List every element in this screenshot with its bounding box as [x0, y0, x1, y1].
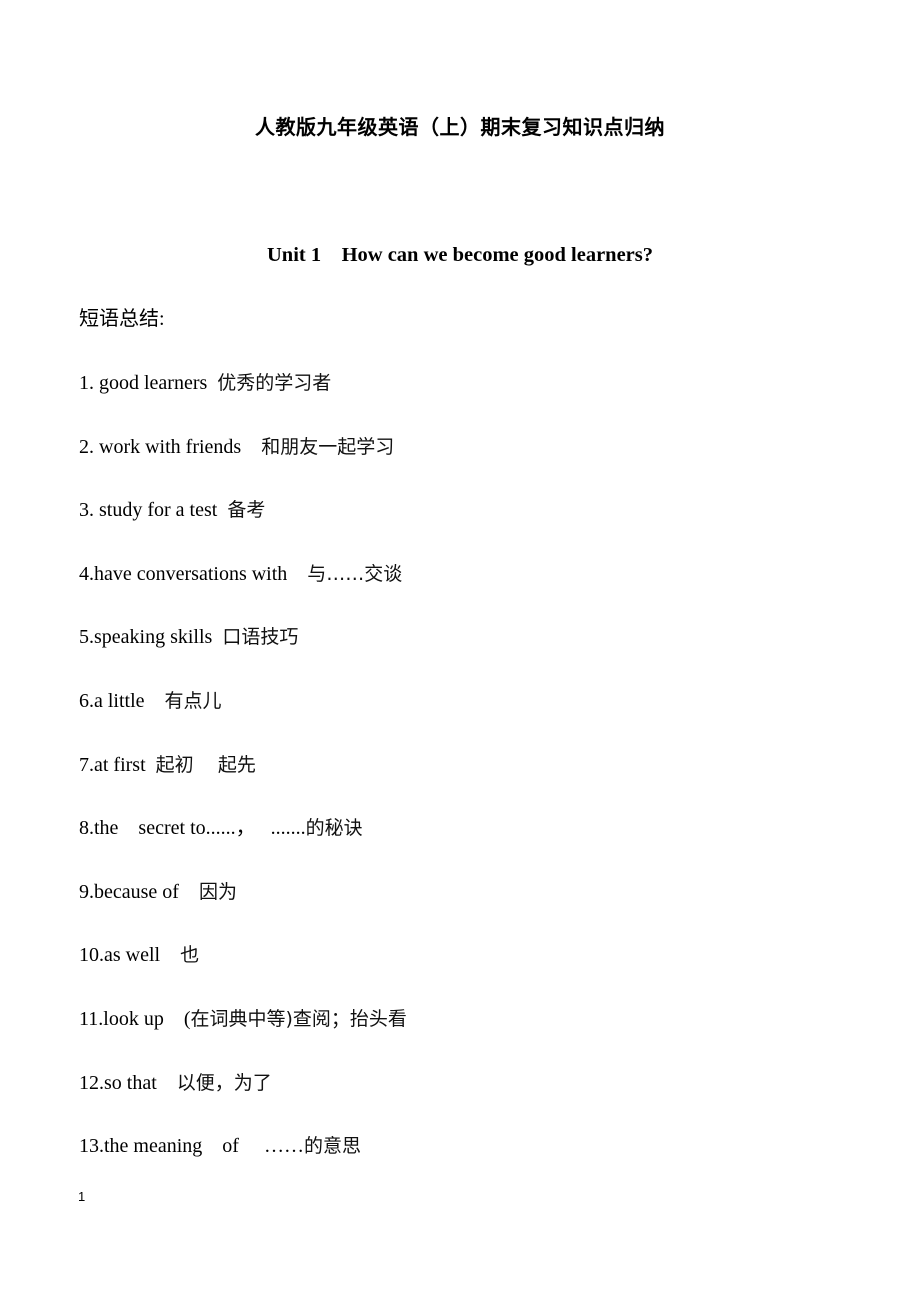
phrase-chinese: 有点儿: [164, 689, 222, 712]
phrase-chinese: 和朋友一起学习: [261, 435, 395, 458]
phrase-english: 7.at first: [79, 753, 156, 776]
phrase-item: 9.because of 因为: [79, 878, 407, 942]
phrase-english: 9.because of: [79, 880, 199, 903]
phrase-english: 1. good learners: [79, 372, 218, 394]
document-page: 人教版九年级英语（上）期末复习知识点归纳 Unit 1 How can we b…: [0, 0, 920, 1302]
phrase-item: 8.the secret to......， .......的秘诀: [79, 814, 407, 878]
phrase-item: 4.have conversations with 与……交谈: [79, 560, 407, 624]
phrase-english: 2. work with friends: [79, 435, 262, 458]
phrase-chinese: 与……交谈: [307, 562, 403, 585]
document-title: 人教版九年级英语（上）期末复习知识点归纳: [255, 115, 665, 139]
phrase-chinese: 的秘诀: [305, 817, 363, 840]
phrase-item: 13.the meaning of ……的意思: [79, 1132, 407, 1196]
phrase-item: 7.at first 起初 起先: [79, 751, 407, 815]
phrase-chinese: 备考: [227, 499, 266, 522]
phrase-list: 1. good learners 优秀的学习者 2. work with fri…: [79, 369, 407, 1196]
phrase-chinese: 起初 起先: [155, 753, 256, 776]
phrase-english: 13.the meaning of ……: [79, 1135, 304, 1158]
phrase-english: 10.as well: [79, 944, 181, 967]
phrase-english: 3. study for a test: [79, 499, 228, 522]
page-number: 1: [78, 1189, 86, 1204]
phrase-item: 11.look up (在词典中等)查阅；抬头看: [79, 1005, 407, 1069]
phrase-english: 5.speaking skills: [79, 626, 223, 649]
phrase-item: 5.speaking skills 口语技巧: [79, 623, 407, 687]
phrase-english: 4.have conversations with: [79, 562, 308, 585]
phrase-item: 12.so that 以便，为了: [79, 1069, 407, 1133]
phrase-item: 10.as well 也: [79, 941, 407, 1005]
section-label-phrase-summary: 短语总结:: [79, 308, 165, 330]
phrase-english: 6.a little: [79, 689, 165, 712]
phrase-item: 1. good learners 优秀的学习者: [79, 369, 407, 433]
phrase-english: 12.so that: [79, 1071, 177, 1094]
unit-heading: Unit 1 How can we become good learners?: [266, 244, 654, 266]
phrase-chinese: 因为: [198, 880, 237, 903]
phrase-chinese: 在词典中等)查阅；抬头看: [190, 1007, 407, 1030]
phrase-chinese: 以便，为了: [176, 1071, 272, 1094]
phrase-chinese: 也: [180, 944, 200, 967]
phrase-english: 8.the secret to......， .......: [79, 817, 306, 840]
phrase-item: 3. study for a test 备考: [79, 496, 407, 560]
phrase-english: 11.look up (: [79, 1007, 191, 1030]
phrase-chinese: 的意思: [303, 1135, 361, 1158]
phrase-chinese: 口语技巧: [222, 626, 299, 649]
phrase-item: 2. work with friends 和朋友一起学习: [79, 433, 407, 497]
phrase-item: 6.a little 有点儿: [79, 687, 407, 751]
phrase-chinese: 优秀的学习者: [217, 372, 332, 394]
